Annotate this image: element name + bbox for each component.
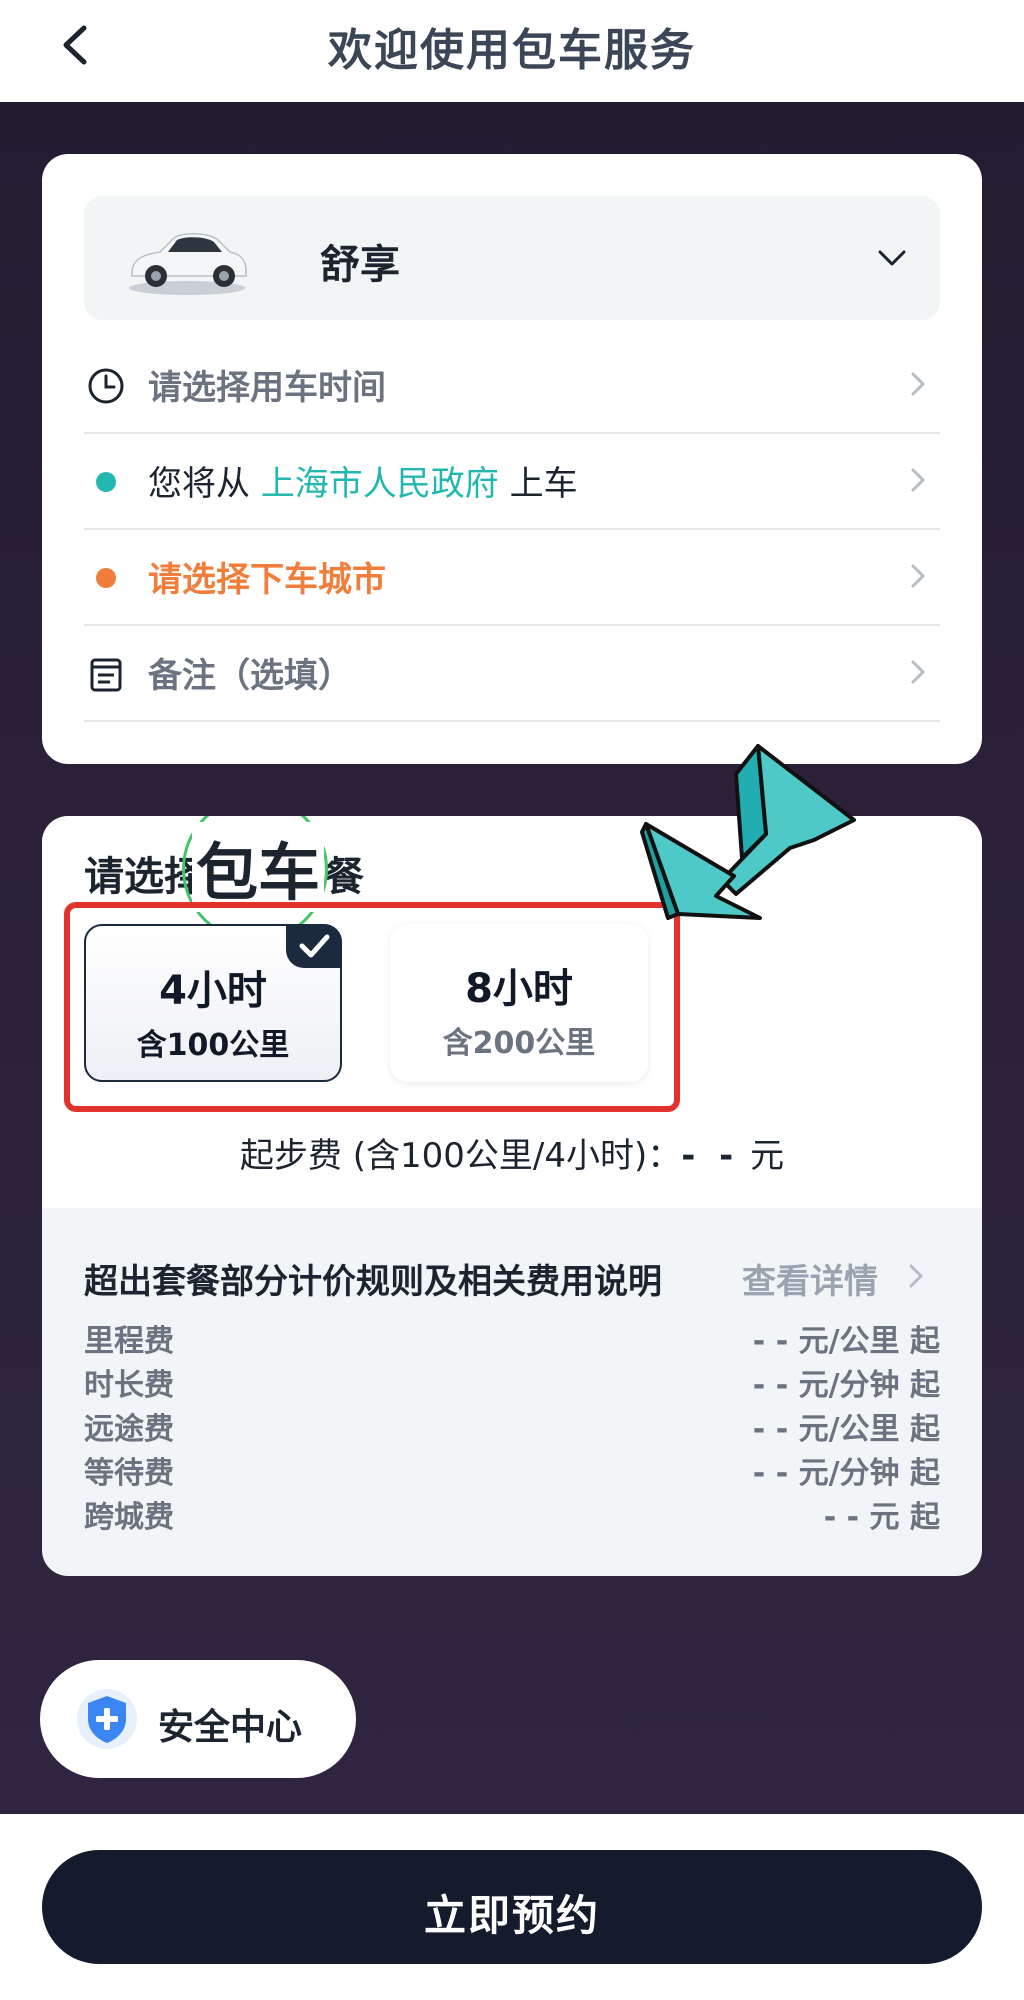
remark-label: 备注（选填） [148, 656, 352, 696]
notes-icon [90, 658, 122, 692]
vehicle-selector[interactable]: 舒享 [84, 196, 940, 320]
fee-name: 等待费 [84, 1456, 174, 1491]
chevron-down-icon[interactable] [874, 240, 910, 276]
start-fee: 起步费 (含100公里/4小时)：- - 元 [42, 1128, 982, 1177]
pickup-location-text: 您将从 上海市人民政府 上车 [148, 456, 578, 505]
pickup-location-row[interactable]: 您将从 上海市人民政府 上车 [84, 432, 940, 530]
chevron-right-icon [911, 372, 925, 396]
fee-row: 跨城费 - - 元 起 [84, 1492, 940, 1535]
package-option-4h[interactable]: 4小时 含100公里 [84, 924, 342, 1082]
fee-name: 里程费 [84, 1324, 174, 1359]
chevron-right-icon [911, 660, 925, 684]
fee-value: - - 元/分钟 起 [752, 1368, 940, 1403]
fee-row: 远途费 - - 元/公里 起 [84, 1404, 940, 1447]
page-title: 欢迎使用包车服务 [328, 25, 696, 76]
fee-value: - - 元 起 [823, 1500, 940, 1535]
chevron-right-icon [911, 564, 925, 588]
shield-icon [77, 1689, 137, 1749]
pickup-time-label: 请选择用车时间 [148, 368, 386, 408]
pickup-prefix: 您将从 [148, 464, 261, 504]
remark-row[interactable]: 备注（选填） [84, 624, 940, 722]
view-details-link[interactable]: 查看详情 [742, 1254, 878, 1303]
fee-value: - - 元/公里 起 [752, 1324, 940, 1359]
dropoff-city-label: 请选择下车城市 [148, 560, 386, 600]
fee-name: 远途费 [84, 1412, 174, 1447]
package-km: 含100公里 [136, 1028, 290, 1063]
fee-row: 等待费 - - 元/分钟 起 [84, 1448, 940, 1491]
book-now-label: 立即预约 [423, 1891, 600, 1940]
overlay-label: 包车 [192, 822, 325, 912]
fee-row: 里程费 - - 元/公里 起 [84, 1316, 940, 1359]
clock-icon [88, 368, 124, 404]
rules-title: 超出套餐部分计价规则及相关费用说明 [84, 1262, 662, 1302]
chevron-right-icon[interactable] [904, 1260, 928, 1292]
fee-name: 跨城费 [84, 1500, 174, 1535]
car-image [129, 233, 247, 295]
pickup-suffix: 上车 [498, 464, 578, 504]
fee-value: - - 元/公里 起 [752, 1412, 940, 1447]
book-now-button[interactable]: 立即预约 [42, 1850, 982, 1964]
vehicle-name: 舒享 [320, 242, 400, 288]
checkmark-icon [299, 934, 330, 958]
pickup-place[interactable]: 上海市人民政府 [261, 464, 499, 504]
selected-badge [286, 924, 342, 968]
safety-center-label: 安全中心 [158, 1707, 303, 1748]
start-fee-unit: 元 [739, 1136, 785, 1176]
fee-name: 时长费 [84, 1368, 174, 1403]
dropoff-city-row[interactable]: 请选择下车城市 [84, 528, 940, 626]
annotation-arrow-icon [640, 744, 856, 920]
trip-form-card: 舒享 请选择用车时间 您将从 上海市人民政府 上车 请选择下车城市 备注（选填） [42, 154, 982, 764]
safety-center-button[interactable]: 安全中心 [40, 1660, 356, 1778]
fee-value: - - 元/分钟 起 [752, 1456, 940, 1491]
package-option-8h[interactable]: 8小时 含200公里 [390, 924, 648, 1082]
pickup-dot [96, 472, 116, 492]
package-km: 含200公里 [442, 1026, 596, 1061]
package-card: 请选择包车套餐 包车 4小时 含100公里 8小时 含200公里 起步费 (含1… [42, 816, 982, 1576]
start-fee-label: 起步费 (含100公里/4小时)： [239, 1136, 682, 1176]
chevron-right-icon [911, 468, 925, 492]
pickup-time-row[interactable]: 请选择用车时间 [84, 336, 940, 434]
fee-row: 时长费 - - 元/分钟 起 [84, 1360, 940, 1403]
header-bar: 欢迎使用包车服务 [0, 0, 1024, 102]
dropoff-dot [96, 568, 116, 588]
package-hours: 8小时 [465, 966, 573, 1012]
start-fee-value: - - [681, 1136, 740, 1176]
